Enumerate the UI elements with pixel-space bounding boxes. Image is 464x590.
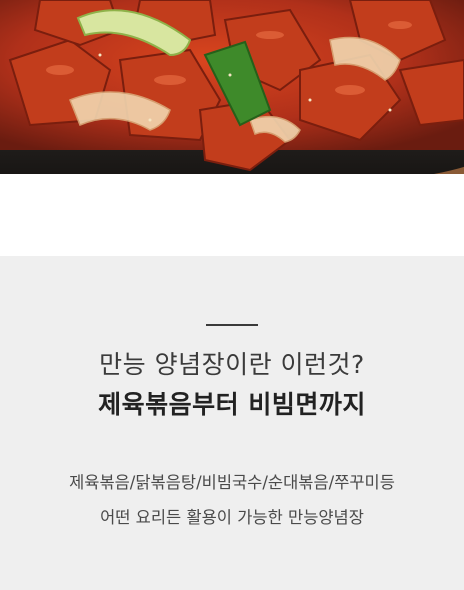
intro-section: 만능 양념장이란 이런것? 제육볶음부터 비빔면까지 제육볶음/닭볶음탕/비빔국… <box>0 256 464 590</box>
white-spacer <box>0 174 464 256</box>
spicy-pork-dish-illustration <box>0 0 464 174</box>
section-divider <box>206 324 258 326</box>
intro-description-line-2: 어떤 요리든 활용이 가능한 만능양념장 <box>100 508 364 527</box>
intro-subheadline: 제육볶음부터 비빔면까지 <box>98 390 366 419</box>
intro-description-line-1: 제육볶음/닭볶음탕/비빔국수/순대볶음/쭈꾸미등 <box>69 473 395 492</box>
hero-food-image <box>0 0 464 174</box>
intro-headline: 만능 양념장이란 이런것? <box>99 350 365 379</box>
